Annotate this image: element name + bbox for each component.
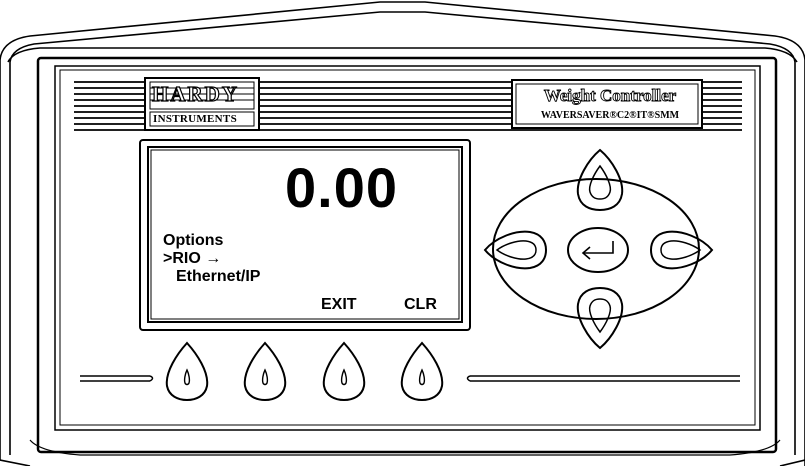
product-title: Weight Controller — [543, 86, 677, 105]
softkey-label-clr: CLR — [404, 296, 437, 313]
softkey-label-exit: EXIT — [321, 296, 357, 313]
product-subtitle: WAVERSAVER®C2®IT®SMM — [540, 110, 680, 121]
brand-subtitle: INSTRUMENTS — [153, 113, 237, 125]
menu-line-ethernet-ip: Ethernet/IP — [176, 268, 261, 285]
brand-name: HARDY — [151, 82, 239, 106]
menu-line-options: Options — [163, 232, 224, 249]
weight-controller-device — [0, 1, 805, 466]
menu-line-rio: >RIO → — [163, 250, 222, 267]
weight-readout: 0.00 — [285, 156, 398, 219]
